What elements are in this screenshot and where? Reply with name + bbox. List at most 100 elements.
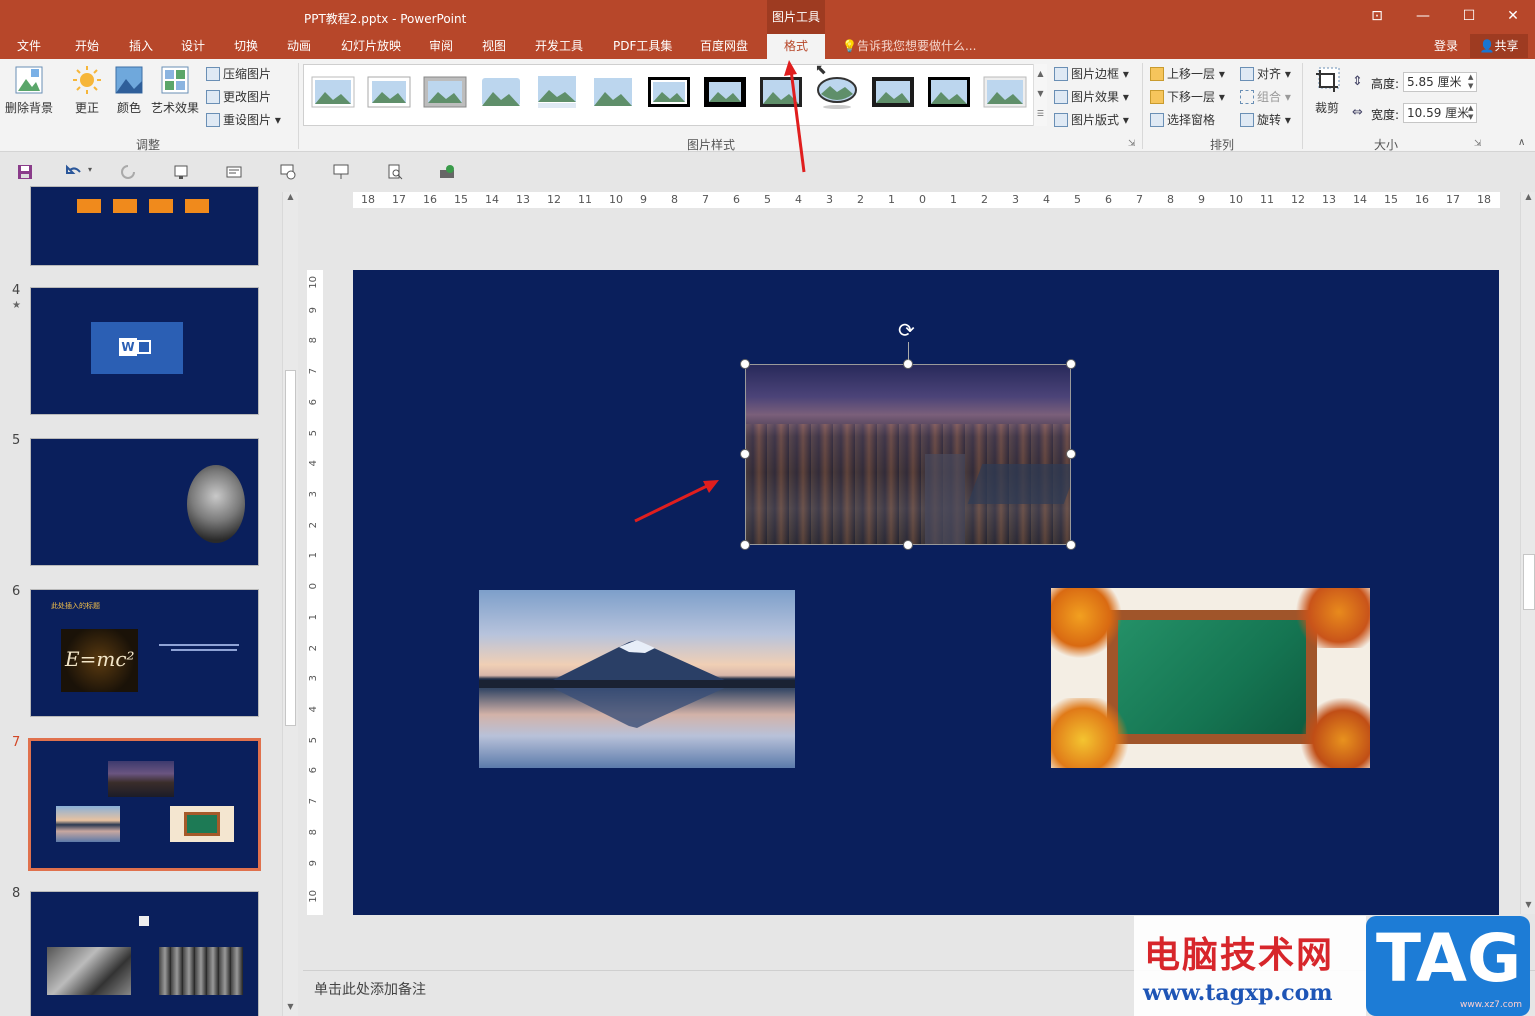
from-beginning-icon[interactable]	[173, 164, 189, 180]
publish-icon[interactable]	[439, 164, 455, 180]
slide-thumbnail-3[interactable]	[30, 186, 259, 266]
bring-forward-button[interactable]: 上移一层 ▾	[1150, 64, 1225, 84]
undo-dropdown-icon[interactable]: ▾	[88, 165, 92, 174]
save-icon[interactable]	[17, 164, 33, 180]
layout-icon[interactable]	[226, 164, 242, 180]
tab-design[interactable]: 设计	[181, 34, 205, 59]
scroll-down-icon[interactable]: ▼	[1521, 900, 1535, 914]
tell-me-box[interactable]: 💡告诉我您想要做什么...	[842, 34, 976, 59]
scroll-thumb[interactable]	[1523, 554, 1535, 610]
close-button[interactable]: ✕	[1490, 0, 1535, 34]
slide-thumbnail-8[interactable]	[30, 891, 259, 1016]
picture-style-12[interactable]	[927, 74, 971, 110]
resize-handle-s[interactable]	[903, 540, 913, 550]
dialog-launcher-icon[interactable]: ⇲	[1474, 139, 1482, 149]
slide-scrollbar[interactable]: ▲ ▼	[1520, 192, 1535, 914]
resize-handle-w[interactable]	[740, 449, 750, 459]
tab-file[interactable]: 文件	[17, 34, 41, 59]
word-logo-icon: W	[91, 322, 183, 374]
picture-style-10-oval[interactable]	[815, 74, 859, 110]
picture-style-7[interactable]	[647, 74, 691, 110]
picture-layout-button[interactable]: 图片版式 ▾	[1054, 110, 1129, 130]
align-button[interactable]: 对齐 ▾	[1240, 64, 1291, 84]
ruler-tick-label: 7	[702, 193, 709, 206]
thumbnail-scrollbar[interactable]: ▲ ▼	[282, 192, 298, 1016]
picture-style-13[interactable]	[983, 74, 1027, 110]
tab-review[interactable]: 审阅	[429, 34, 453, 59]
tab-developer[interactable]: 开发工具	[535, 34, 583, 59]
tab-slideshow[interactable]: 幻灯片放映	[341, 34, 401, 59]
remove-background-button[interactable]: 删除背景	[4, 65, 54, 116]
send-backward-button[interactable]: 下移一层 ▾	[1150, 87, 1225, 107]
resize-handle-n[interactable]	[903, 359, 913, 369]
rotate-handle-icon[interactable]: ⟳	[898, 320, 915, 340]
tab-transitions[interactable]: 切换	[234, 34, 258, 59]
print-preview-icon[interactable]	[387, 164, 403, 180]
undo-icon[interactable]	[66, 164, 82, 180]
compress-pictures-button[interactable]: 压缩图片	[206, 64, 271, 84]
picture-style-6[interactable]	[591, 74, 635, 110]
selection-pane-button[interactable]: 选择窗格	[1150, 110, 1215, 130]
mountain-lake-picture[interactable]	[479, 590, 795, 768]
artistic-effects-button[interactable]: 艺术效果	[150, 65, 200, 116]
scroll-thumb[interactable]	[285, 370, 296, 726]
gallery-down-icon[interactable]: ▼	[1034, 84, 1047, 104]
slide-thumbnail-7[interactable]	[28, 738, 261, 871]
picture-style-8[interactable]	[703, 74, 747, 110]
ribbon-display-options-button[interactable]: ⊡	[1354, 0, 1400, 34]
picture-style-1[interactable]	[311, 74, 355, 110]
gallery-scroll[interactable]: ▲ ▼ ☰	[1033, 64, 1047, 126]
share-button[interactable]: 👤共享	[1470, 34, 1528, 58]
tab-pdf-tools[interactable]: PDF工具集	[613, 34, 672, 59]
change-picture-button[interactable]: 更改图片	[206, 87, 271, 107]
tab-view[interactable]: 视图	[482, 34, 506, 59]
minimize-button[interactable]: —	[1400, 0, 1446, 34]
ruler-tick-label: 2	[308, 644, 319, 651]
picture-style-3[interactable]	[423, 74, 467, 110]
tab-home[interactable]: 开始	[75, 34, 99, 59]
picture-style-5[interactable]	[535, 74, 579, 110]
collapse-ribbon-icon[interactable]: ∧	[1518, 137, 1525, 148]
tab-animations[interactable]: 动画	[287, 34, 311, 59]
gallery-more-icon[interactable]: ☰	[1034, 104, 1047, 124]
width-field[interactable]: 10.59 厘米	[1403, 103, 1477, 123]
redo-icon[interactable]	[120, 164, 136, 180]
height-field[interactable]: 5.85 厘米	[1403, 72, 1477, 92]
slide-thumbnail-6[interactable]: 此处插入的标题 E=mc²	[30, 589, 259, 717]
ruler-tick-label: 1	[888, 193, 895, 206]
reset-picture-label: 重设图片	[223, 113, 272, 127]
color-button[interactable]: 颜色	[104, 65, 154, 116]
resize-handle-e[interactable]	[1066, 449, 1076, 459]
resize-handle-nw[interactable]	[740, 359, 750, 369]
group-button[interactable]: 组合 ▾	[1240, 87, 1291, 107]
picture-border-button[interactable]: 图片边框 ▾	[1054, 64, 1129, 84]
maximize-button[interactable]: ☐	[1446, 0, 1492, 34]
tab-format[interactable]: 格式	[767, 34, 825, 60]
height-spinner-icon[interactable]: ▲ ▼	[1468, 73, 1473, 91]
gallery-up-icon[interactable]: ▲	[1034, 64, 1047, 84]
resize-handle-ne[interactable]	[1066, 359, 1076, 369]
present-icon[interactable]	[280, 164, 296, 180]
picture-style-4[interactable]	[479, 74, 523, 110]
screen-icon[interactable]	[333, 164, 349, 180]
picture-effects-button[interactable]: 图片效果 ▾	[1054, 87, 1129, 107]
crop-button[interactable]: 裁剪	[1305, 65, 1349, 116]
tab-insert[interactable]: 插入	[129, 34, 153, 59]
scroll-down-icon[interactable]: ▼	[283, 1002, 298, 1016]
dialog-launcher-icon[interactable]: ⇲	[1128, 139, 1136, 149]
slide-thumbnail-4[interactable]: W	[30, 287, 259, 415]
resize-handle-sw[interactable]	[740, 540, 750, 550]
width-spinner-icon[interactable]: ▲ ▼	[1468, 104, 1473, 122]
tab-baidu-netdisk[interactable]: 百度网盘	[700, 34, 748, 59]
chalkboard-picture[interactable]	[1051, 588, 1370, 768]
reset-picture-button[interactable]: 重设图片 ▾	[206, 110, 281, 130]
resize-handle-se[interactable]	[1066, 540, 1076, 550]
sign-in-link[interactable]: 登录	[1434, 34, 1458, 58]
scroll-up-icon[interactable]: ▲	[1521, 192, 1535, 206]
picture-effects-label: 图片效果	[1071, 90, 1120, 104]
picture-style-2[interactable]	[367, 74, 411, 110]
slide-thumbnail-5[interactable]	[30, 438, 259, 566]
scroll-up-icon[interactable]: ▲	[283, 192, 298, 206]
rotate-button[interactable]: 旋转 ▾	[1240, 110, 1291, 130]
picture-style-11[interactable]	[871, 74, 915, 110]
